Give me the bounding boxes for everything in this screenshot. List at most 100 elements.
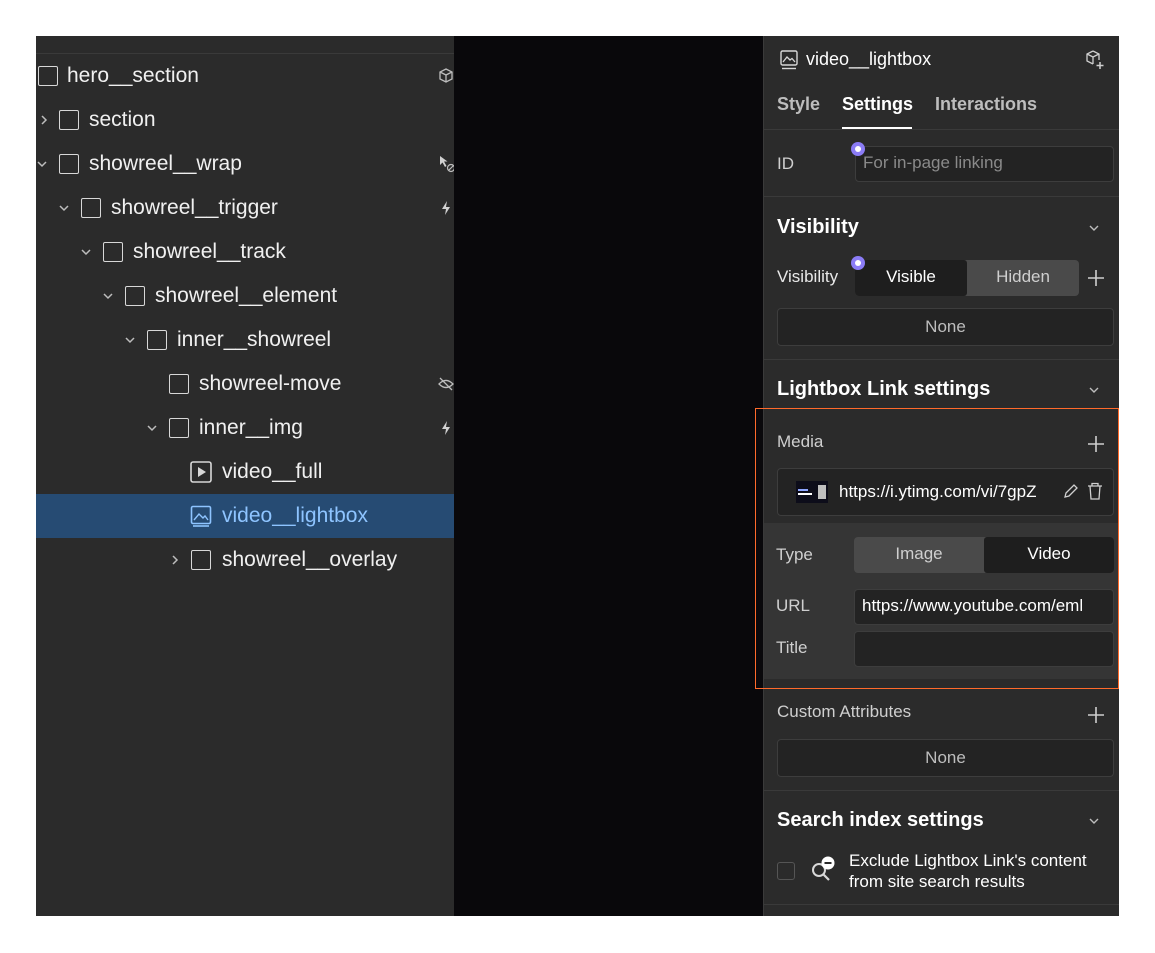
lightbox-section-title[interactable]: Lightbox Link settings [777,378,990,401]
tree-item-label: inner__img [199,416,303,439]
tree-item-label: showreel__trigger [111,196,278,219]
tree-item-label: showreel-move [199,372,342,395]
lightning-icon [442,421,450,435]
tree-item-label: section [89,108,156,131]
visibility-label: Visibility [777,267,839,286]
tree-item-showreel-track[interactable]: showreel__track [36,230,454,274]
divider [764,359,1119,360]
div-block-icon [169,418,189,438]
setting-indicator-dot [851,142,865,156]
div-block-icon [191,550,211,570]
div-block-icon [103,242,123,262]
video-play-icon [190,461,212,483]
lightning-icon [442,201,450,215]
tree-item-showreel-element[interactable]: showreel__element [36,274,454,318]
video-url-input[interactable]: https://www.youtube.com/eml [854,589,1114,625]
search-exclude-icon [812,856,835,881]
tree-item-section[interactable]: section [36,98,454,142]
chevron-down-icon[interactable] [102,286,114,306]
div-block-icon [38,66,58,86]
type-label: Type [776,545,813,564]
lightbox-image-icon [190,505,212,527]
tree-item-label: video__full [222,460,323,483]
chevron-down-icon[interactable] [1087,814,1101,828]
eye-off-icon [438,377,454,391]
custom-attributes-none[interactable]: None [777,739,1114,777]
tree-item-inner-img[interactable]: inner__img [36,406,454,450]
title-label: Title [776,638,808,657]
hidden-option[interactable]: Hidden [967,260,1079,296]
tree-item-video-full[interactable]: video__full [36,450,454,494]
divider [764,196,1119,197]
settings-panel: video__lightbox Style Settings Interacti… [763,36,1119,916]
search-index-section-title[interactable]: Search index settings [777,809,984,832]
add-condition-icon[interactable] [1086,268,1106,288]
chevron-right-icon[interactable] [38,110,50,130]
visible-option[interactable]: Visible [855,260,967,296]
tree-item-inner-showreel[interactable]: inner__showreel [36,318,454,362]
id-label: ID [777,154,794,173]
div-block-icon [59,154,79,174]
media-thumbnail-icon [796,481,828,503]
lightbox-image-icon [780,50,798,70]
tab-style[interactable]: Style [777,94,820,115]
design-canvas[interactable] [454,36,763,916]
divider [764,790,1119,791]
divider [764,129,1119,130]
visibility-section-title[interactable]: Visibility [777,216,859,239]
tree-item-showreel-move[interactable]: showreel-move [36,362,454,406]
tree-item-video-lightbox[interactable]: video__lightbox [36,494,454,538]
tab-interactions[interactable]: Interactions [935,94,1037,115]
title-input[interactable] [854,631,1114,667]
exclude-search-text-line2: from site search results [849,872,1025,891]
chevron-down-icon[interactable] [124,330,136,350]
add-media-icon[interactable] [1086,434,1106,454]
webflow-designer: hero__section section showreel__wrap sho… [36,36,1119,916]
tree-item-label: video__lightbox [222,504,368,527]
div-block-icon [169,374,189,394]
media-item[interactable]: https://i.ytimg.com/vi/7gpZ [777,468,1114,516]
divider [764,904,1119,905]
tree-item-label: showreel__wrap [89,152,242,175]
chevron-down-icon[interactable] [80,242,92,262]
media-url: https://i.ytimg.com/vi/7gpZ [839,482,1037,501]
div-block-icon [147,330,167,350]
tree-item-showreel-trigger[interactable]: showreel__trigger [36,186,454,230]
edit-pencil-icon[interactable] [1062,482,1080,500]
media-type-toggle[interactable]: Image Video [854,537,1114,573]
create-component-icon[interactable] [1084,49,1106,71]
tree-item-showreel-overlay[interactable]: showreel__overlay [36,538,454,582]
chevron-right-icon[interactable] [169,550,181,570]
tree-item-label: showreel__overlay [222,548,398,571]
tree-item-hero-section[interactable]: hero__section [36,54,454,98]
div-block-icon [125,286,145,306]
trash-icon[interactable] [1086,481,1104,501]
exclude-search-text-line1: Exclude Lightbox Link's content [849,851,1087,870]
tree-item-showreel-wrap[interactable]: showreel__wrap [36,142,456,186]
exclude-search-checkbox[interactable] [777,862,795,880]
div-block-icon [59,110,79,130]
tree-item-label: hero__section [67,64,199,87]
visibility-conditions-none[interactable]: None [777,308,1114,346]
tree-item-label: inner__showreel [177,328,332,351]
tab-settings[interactable]: Settings [842,94,913,115]
navigator-panel: hero__section section showreel__wrap sho… [36,36,456,916]
setting-indicator-dot [851,256,865,270]
tree-item-label: showreel__element [155,284,338,307]
chevron-down-icon[interactable] [58,198,70,218]
element-name: video__lightbox [806,49,932,69]
chevron-down-icon[interactable] [1087,221,1101,235]
media-label: Media [777,432,824,451]
chevron-down-icon[interactable] [1087,383,1101,397]
url-label: URL [776,596,811,615]
type-image-option[interactable]: Image [854,537,984,573]
chevron-down-icon[interactable] [36,154,48,174]
type-video-option[interactable]: Video [984,537,1114,573]
id-input[interactable]: For in-page linking [855,146,1114,182]
cube-icon [439,68,453,83]
div-block-icon [81,198,101,218]
tree-item-label: showreel__track [133,240,286,263]
chevron-down-icon[interactable] [146,418,158,438]
add-attribute-icon[interactable] [1086,705,1106,725]
visibility-toggle[interactable]: Visible Hidden [855,260,1079,296]
